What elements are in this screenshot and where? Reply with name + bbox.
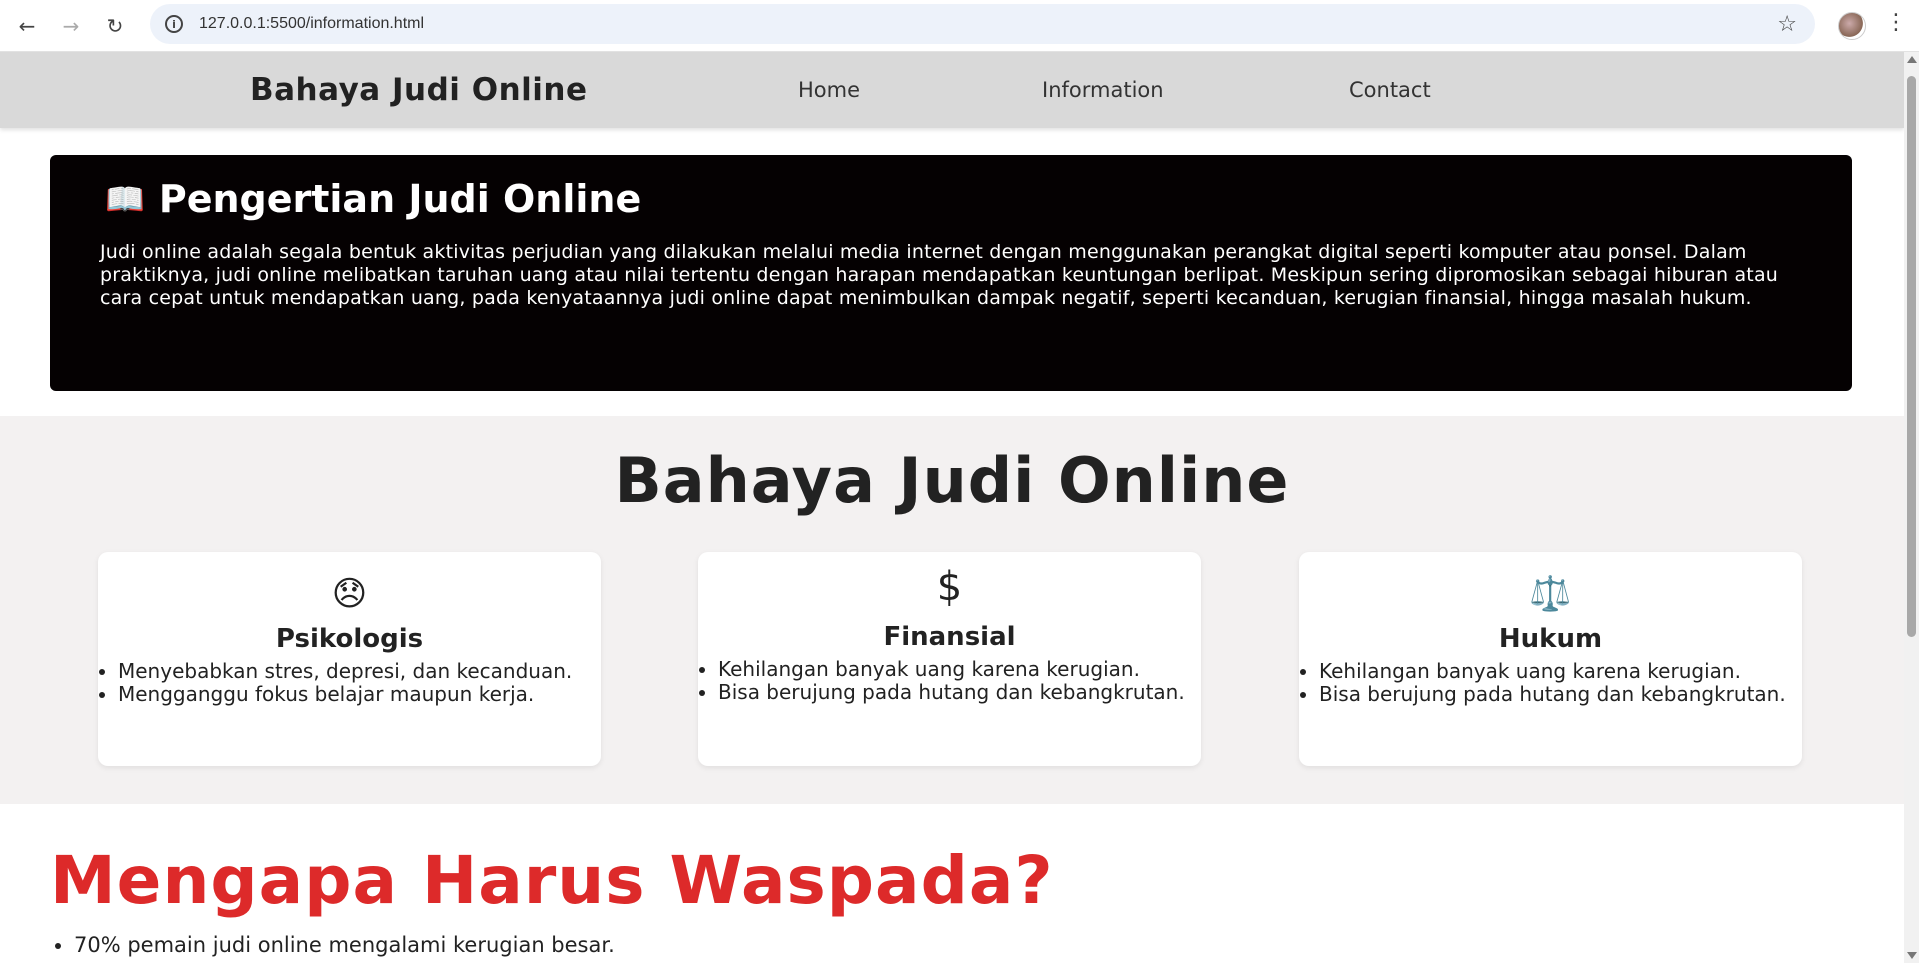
profile-avatar[interactable] [1838, 12, 1866, 40]
list-item: Bisa berujung pada hutang dan kebangkrut… [718, 681, 1201, 704]
why-title: Mengapa Harus Waspada? [50, 842, 1054, 919]
browser-menu-icon[interactable]: ⋮ [1885, 10, 1907, 35]
bookmark-star-icon[interactable]: ☆ [1777, 12, 1797, 37]
scrollbar-thumb[interactable] [1907, 76, 1916, 637]
danger-title: Bahaya Judi Online [614, 444, 1290, 517]
list-item: 70% pemain judi online mengalami kerugia… [74, 933, 1054, 957]
list-item: Kehilangan banyak uang karena kerugian. [718, 658, 1201, 681]
definition-text: Judi online adalah segala bentuk aktivit… [100, 241, 1779, 309]
reload-icon[interactable]: ↻ [97, 8, 133, 44]
card-finansial: $ Finansial Kehilangan banyak uang karen… [698, 552, 1201, 766]
nav-link-home[interactable]: Home [798, 78, 860, 102]
list-item: Kehilangan banyak uang karena kerugian. [1319, 660, 1802, 683]
why-section: Mengapa Harus Waspada? 70% pemain judi o… [50, 842, 1054, 957]
scroll-up-arrow-icon[interactable] [1907, 56, 1917, 63]
card-title: Finansial [883, 622, 1016, 652]
forward-arrow-icon[interactable]: → [53, 8, 89, 44]
scroll-down-arrow-icon[interactable] [1907, 952, 1917, 959]
card-psikologis: 😞 Psikologis Menyebabkan stres, depresi,… [98, 552, 601, 766]
card-title: Hukum [1498, 624, 1603, 654]
scales-icon: ⚖️ [1529, 574, 1572, 614]
card-list: Menyebabkan stres, depresi, dan kecandua… [98, 660, 601, 706]
page-viewport: Bahaya Judi Online Home Information Cont… [0, 52, 1904, 963]
card-hukum: ⚖️ Hukum Kehilangan banyak uang karena k… [1299, 552, 1802, 766]
list-item: Mengganggu fokus belajar maupun kerja. [118, 683, 601, 706]
sad-face-icon: 😞 [331, 574, 368, 614]
site-brand[interactable]: Bahaya Judi Online [250, 72, 587, 108]
address-bar[interactable]: i 127.0.0.1:5500/information.html ☆ [150, 4, 1815, 44]
card-list: Kehilangan banyak uang karena kerugian. … [1299, 660, 1802, 706]
danger-section: Bahaya Judi Online 😞 Psikologis Menyebab… [0, 416, 1904, 804]
card-title: Psikologis [275, 624, 424, 654]
site-navbar: Bahaya Judi Online Home Information Cont… [0, 52, 1904, 128]
why-list: 70% pemain judi online mengalami kerugia… [50, 933, 1054, 957]
book-icon: 📖 [105, 180, 145, 218]
back-arrow-icon[interactable]: ← [9, 8, 45, 44]
definition-panel: 📖 Pengertian Judi Online Judi online ada… [50, 155, 1852, 391]
browser-toolbar: ← → ↻ i 127.0.0.1:5500/information.html … [0, 0, 1919, 52]
page-scrollbar[interactable] [1904, 52, 1919, 963]
card-list: Kehilangan banyak uang karena kerugian. … [698, 658, 1201, 704]
list-item: Bisa berujung pada hutang dan kebangkrut… [1319, 683, 1802, 706]
dollar-icon: $ [936, 564, 963, 610]
url-text[interactable]: 127.0.0.1:5500/information.html [199, 15, 424, 33]
nav-link-contact[interactable]: Contact [1349, 78, 1431, 102]
definition-title: Pengertian Judi Online [158, 177, 642, 221]
list-item: Menyebabkan stres, depresi, dan kecandua… [118, 660, 601, 683]
site-info-icon[interactable]: i [165, 15, 183, 33]
nav-link-information[interactable]: Information [1042, 78, 1164, 102]
definition-heading: 📖 Pengertian Judi Online [100, 177, 1802, 221]
